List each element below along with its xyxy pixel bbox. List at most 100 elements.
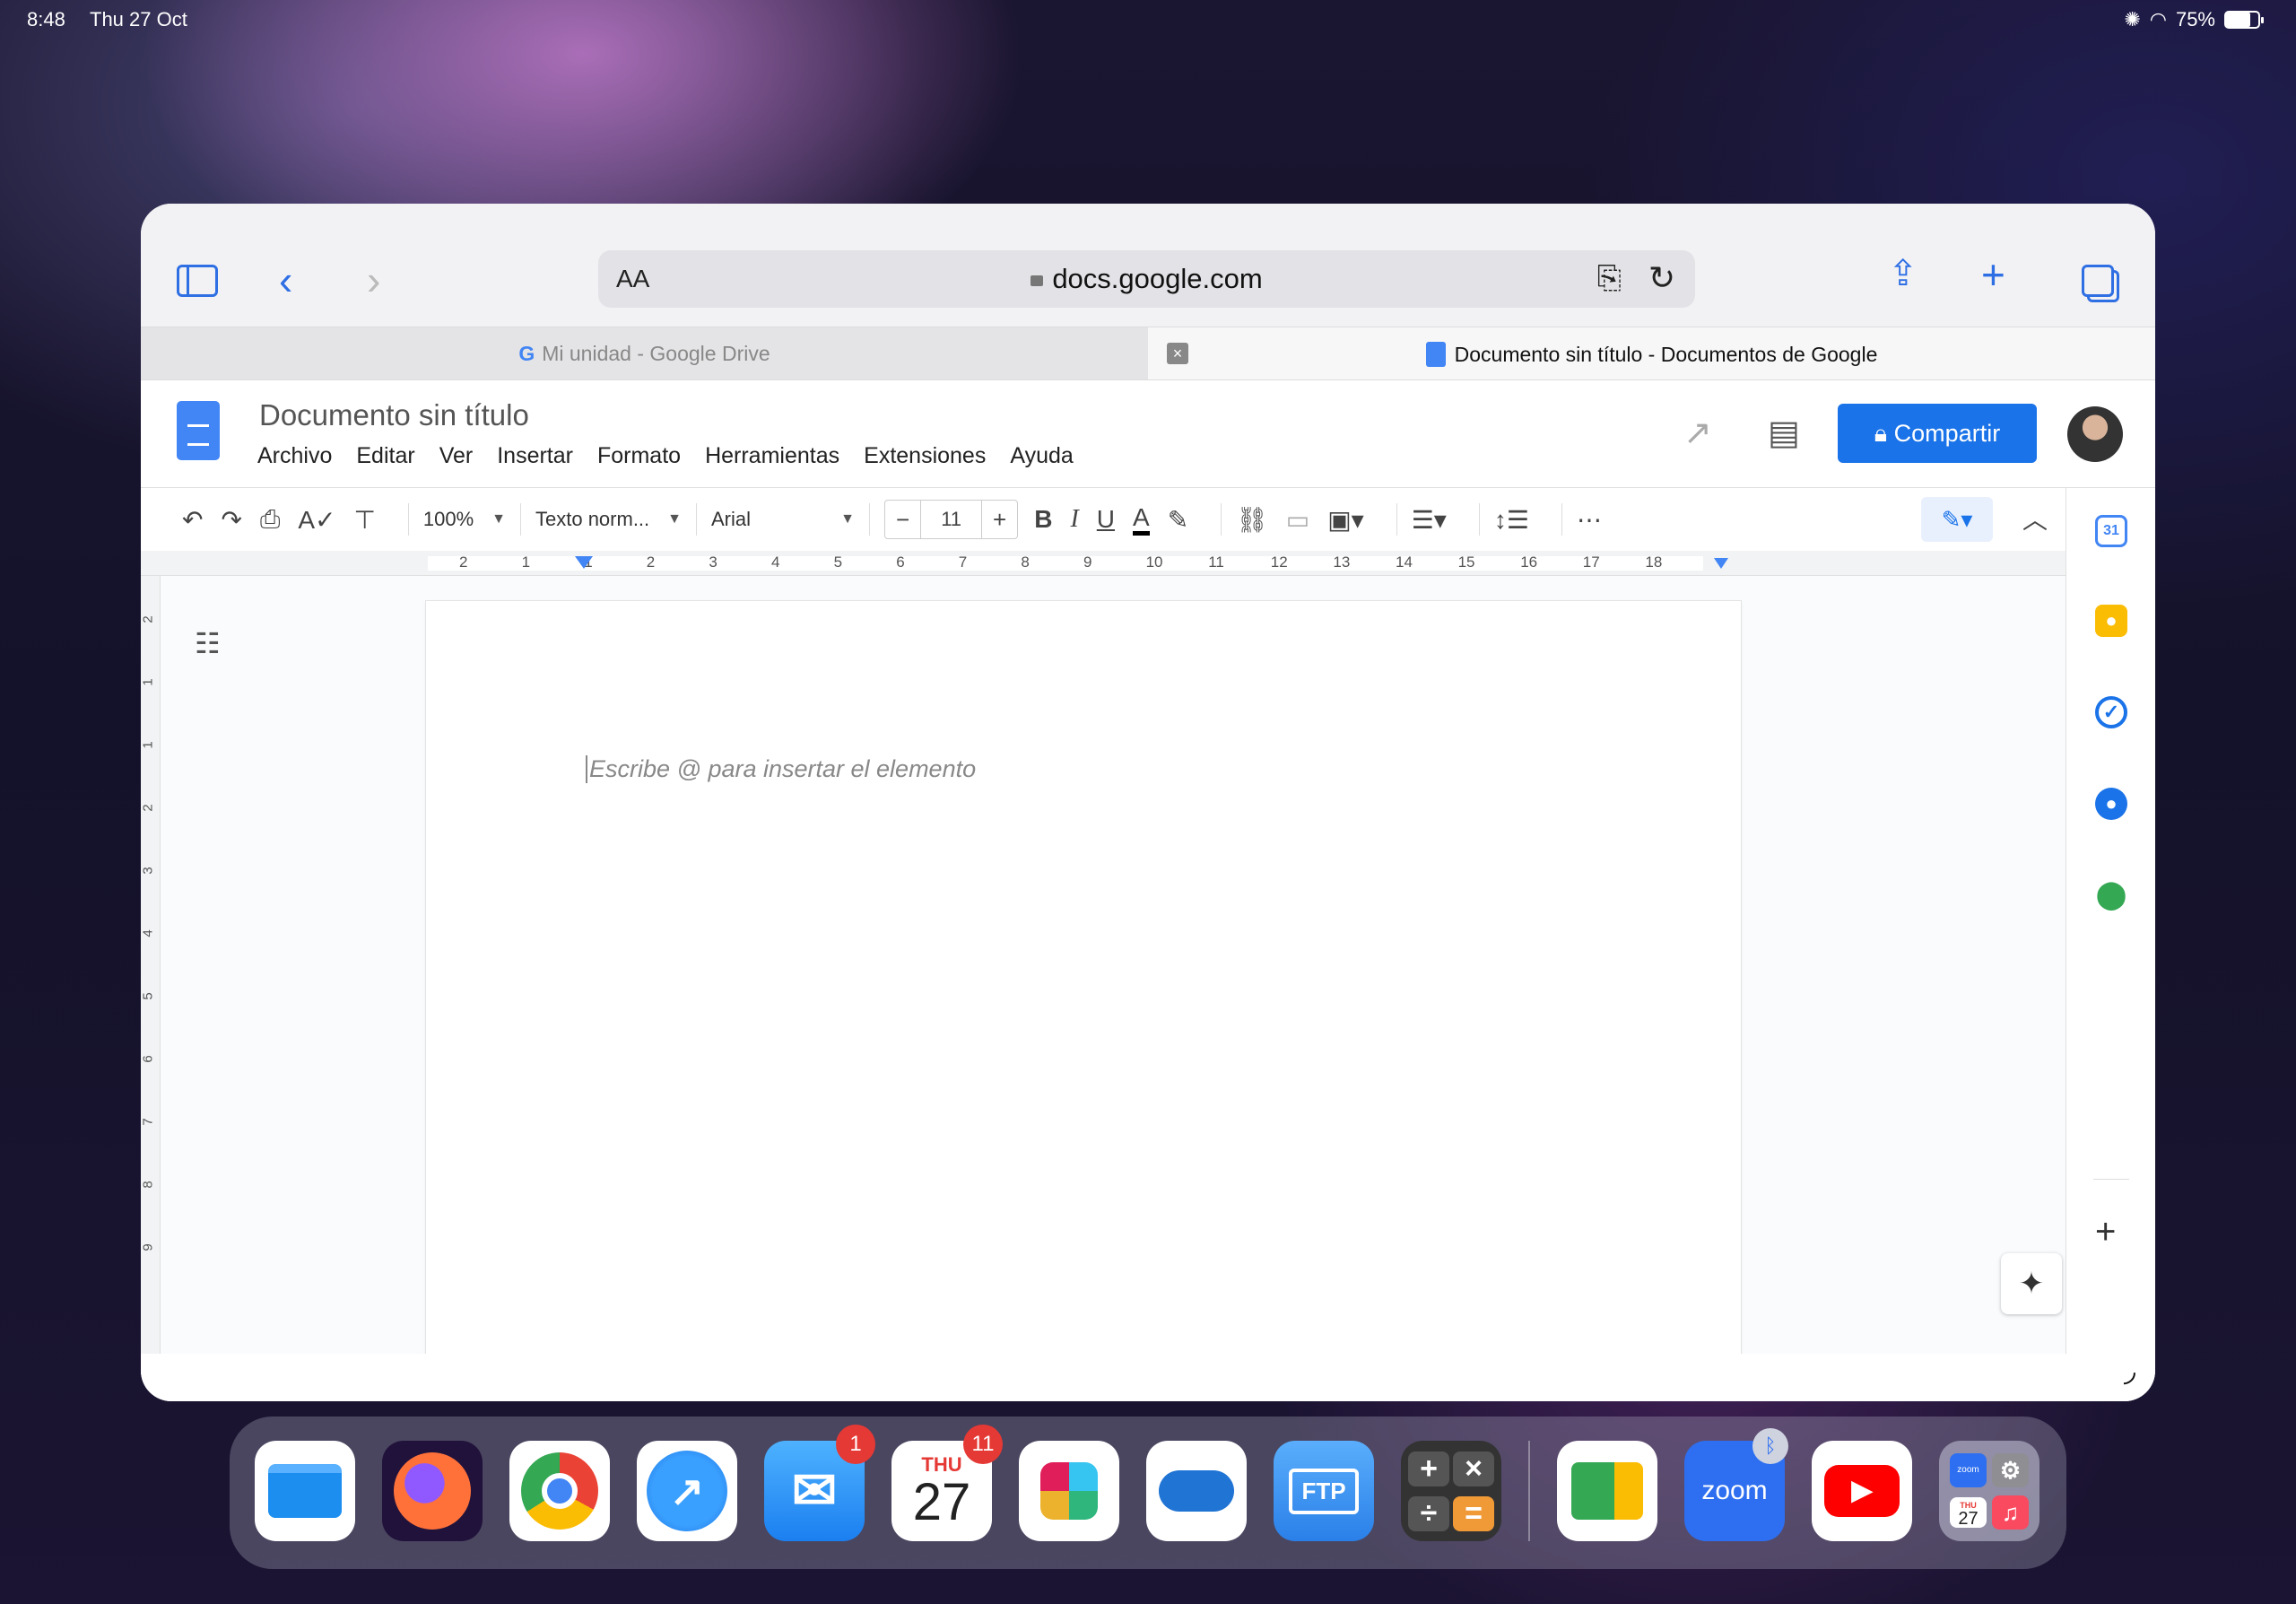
right-indent-marker-icon[interactable] xyxy=(1714,558,1728,569)
vertical-ruler-number: 8 xyxy=(141,1181,156,1189)
keep-icon[interactable]: ● xyxy=(2095,605,2127,637)
files-app-icon[interactable] xyxy=(255,1441,355,1541)
folder-settings-icon: ⚙ xyxy=(1992,1452,2029,1487)
forward-icon[interactable]: › xyxy=(367,259,380,301)
youtube-app-icon[interactable]: ▶ xyxy=(1812,1441,1912,1541)
add-addon-icon[interactable]: + xyxy=(2095,1212,2116,1252)
print-icon[interactable]: ⎙ xyxy=(260,505,280,535)
address-bar[interactable]: AA docs.google.com ⎘ ↻ xyxy=(598,250,1695,308)
menu-ver[interactable]: Ver xyxy=(439,443,474,469)
highlight-icon[interactable]: ✎ xyxy=(1168,505,1188,535)
sidebar-toggle-icon[interactable] xyxy=(177,265,218,297)
safari-app-icon[interactable]: ↗ xyxy=(637,1441,737,1541)
menu-ayuda[interactable]: Ayuda xyxy=(1010,443,1073,469)
comments-icon[interactable]: ▤ xyxy=(1768,413,1800,453)
menu-bar: Archivo Editar Ver Insertar Formato Herr… xyxy=(257,443,1074,469)
calendar-date: 27 xyxy=(912,1473,971,1531)
paint-format-icon[interactable]: ⊤ xyxy=(353,505,375,535)
firefox-app-icon[interactable] xyxy=(382,1441,483,1541)
folder-calendar-icon: THU 27 xyxy=(1950,1496,1987,1528)
font-select[interactable]: Arial ▼ xyxy=(711,508,855,531)
undo-icon[interactable]: ↶ xyxy=(182,505,203,535)
ftp-app-icon[interactable]: FTP xyxy=(1274,1441,1374,1541)
zoom-label: zoom xyxy=(1701,1476,1768,1505)
mail-app-icon[interactable]: ✉ 1 xyxy=(764,1425,875,1541)
menu-editar[interactable]: Editar xyxy=(356,443,414,469)
status-time: 8:48 xyxy=(27,8,65,31)
style-select[interactable]: Texto norm... ▼ xyxy=(535,508,682,531)
ruler-number: 5 xyxy=(833,554,843,571)
avatar[interactable] xyxy=(2067,406,2123,462)
bold-button[interactable]: B xyxy=(1034,505,1052,534)
editing-mode-button[interactable]: ✎▾ xyxy=(1921,497,1993,542)
editor-area: 2 1 1 2 3 4 5 6 7 8 9 ☷ Escribe @ para insertar el… xyxy=(141,576,2066,1354)
ruler-number: 4 xyxy=(771,554,780,571)
ftp-label: FTP xyxy=(1289,1468,1359,1514)
underline-button[interactable]: U xyxy=(1097,505,1115,534)
slack-app-icon[interactable] xyxy=(1019,1441,1119,1541)
line-spacing-icon[interactable]: ↕☰ xyxy=(1494,505,1529,535)
vertical-ruler-number: 2 xyxy=(141,615,156,623)
onedrive-app-icon[interactable] xyxy=(1146,1441,1247,1541)
resize-handle-icon[interactable]: ◞ xyxy=(2124,1353,2135,1389)
share-button[interactable]: 🔒︎ Compartir xyxy=(1838,404,2037,463)
dock-separator xyxy=(1528,1441,1530,1541)
tab-overview-icon[interactable] xyxy=(2082,265,2114,297)
share-icon[interactable]: ⇪ xyxy=(1888,256,1918,292)
vertical-ruler-number: 2 xyxy=(141,804,156,812)
vertical-ruler[interactable]: 2 1 1 2 3 4 5 6 7 8 9 xyxy=(141,576,161,1354)
docs-logo-icon[interactable] xyxy=(177,401,220,460)
align-icon[interactable]: ☰▾ xyxy=(1412,505,1447,535)
activity-trend-icon[interactable]: ↗ xyxy=(1683,413,1712,453)
horizontal-ruler[interactable]: 2 1 1 2 3 4 5 6 7 8 9 10 11 12 13 14 15 16 17 18 xyxy=(141,551,2066,576)
menu-herramientas[interactable]: Herramientas xyxy=(705,443,839,469)
url-field[interactable]: docs.google.com xyxy=(598,263,1695,295)
new-tab-icon[interactable]: + xyxy=(1981,254,2005,295)
calculator-app-icon[interactable]: + × ÷ = xyxy=(1401,1441,1501,1541)
ruler-number: 6 xyxy=(896,554,905,571)
calendar-icon[interactable]: 31 xyxy=(2095,515,2127,547)
add-comment-icon[interactable]: ▭ xyxy=(1286,505,1309,535)
italic-button[interactable]: I xyxy=(1070,505,1078,534)
document-title[interactable]: Documento sin título xyxy=(259,398,529,432)
ruler-number: 8 xyxy=(1021,554,1030,571)
zoom-app-icon[interactable]: zoom ᛒ xyxy=(1684,1428,1788,1541)
font-size-value[interactable]: 11 xyxy=(920,500,983,539)
spellcheck-icon[interactable]: A✓ xyxy=(298,505,335,535)
decrease-font-size-button[interactable]: − xyxy=(885,506,920,534)
body-placeholder[interactable]: Escribe @ para insertar el elemento xyxy=(586,755,976,783)
back-icon[interactable]: ‹ xyxy=(279,259,292,301)
document-outline-icon[interactable]: ☷ xyxy=(195,626,221,660)
calendar-app-icon[interactable]: THU 27 11 xyxy=(891,1425,1003,1541)
app-library-folder-icon[interactable]: zoom ⚙ THU 27 ♫ xyxy=(1939,1441,2039,1541)
menu-insertar[interactable]: Insertar xyxy=(497,443,573,469)
insert-image-icon[interactable]: ▣▾ xyxy=(1327,505,1364,535)
maps-icon[interactable]: ⬤ xyxy=(2095,879,2127,911)
increase-font-size-button[interactable]: + xyxy=(982,506,1017,534)
extensions-icon[interactable]: ⎘ xyxy=(1597,261,1622,296)
tab-google-drive[interactable]: G Mi unidad - Google Drive xyxy=(141,327,1148,379)
menu-archivo[interactable]: Archivo xyxy=(257,443,332,469)
redo-icon[interactable]: ↷ xyxy=(221,505,241,535)
contacts-icon[interactable]: ● xyxy=(2095,788,2127,820)
divider xyxy=(1561,503,1562,536)
reload-icon[interactable]: ↻ xyxy=(1648,259,1675,297)
more-options-icon[interactable]: ⋯ xyxy=(1577,505,1602,535)
ruler-number: 2 xyxy=(459,554,468,571)
zoom-select[interactable]: 100% ▼ xyxy=(423,508,506,531)
divider xyxy=(869,503,870,536)
google-meet-app-icon[interactable] xyxy=(1557,1441,1657,1541)
tasks-icon[interactable]: ✓ xyxy=(2095,696,2127,728)
explore-assist-icon[interactable]: ✦ xyxy=(2001,1253,2062,1314)
ruler-number: 7 xyxy=(958,554,968,571)
menu-extensiones[interactable]: Extensiones xyxy=(864,443,986,469)
font-size-stepper[interactable]: − 11 + xyxy=(884,500,1019,539)
chrome-app-icon[interactable] xyxy=(509,1441,610,1541)
chevron-up-icon[interactable]: ︿ xyxy=(2022,501,2048,536)
menu-formato[interactable]: Formato xyxy=(597,443,681,469)
document-page[interactable]: Escribe @ para insertar el elemento xyxy=(426,601,1741,1354)
ruler-number: 1 xyxy=(521,554,531,571)
link-icon[interactable]: ⛓ xyxy=(1236,505,1268,535)
text-color-button[interactable]: A xyxy=(1133,503,1150,536)
indent-marker-icon[interactable] xyxy=(575,556,593,569)
